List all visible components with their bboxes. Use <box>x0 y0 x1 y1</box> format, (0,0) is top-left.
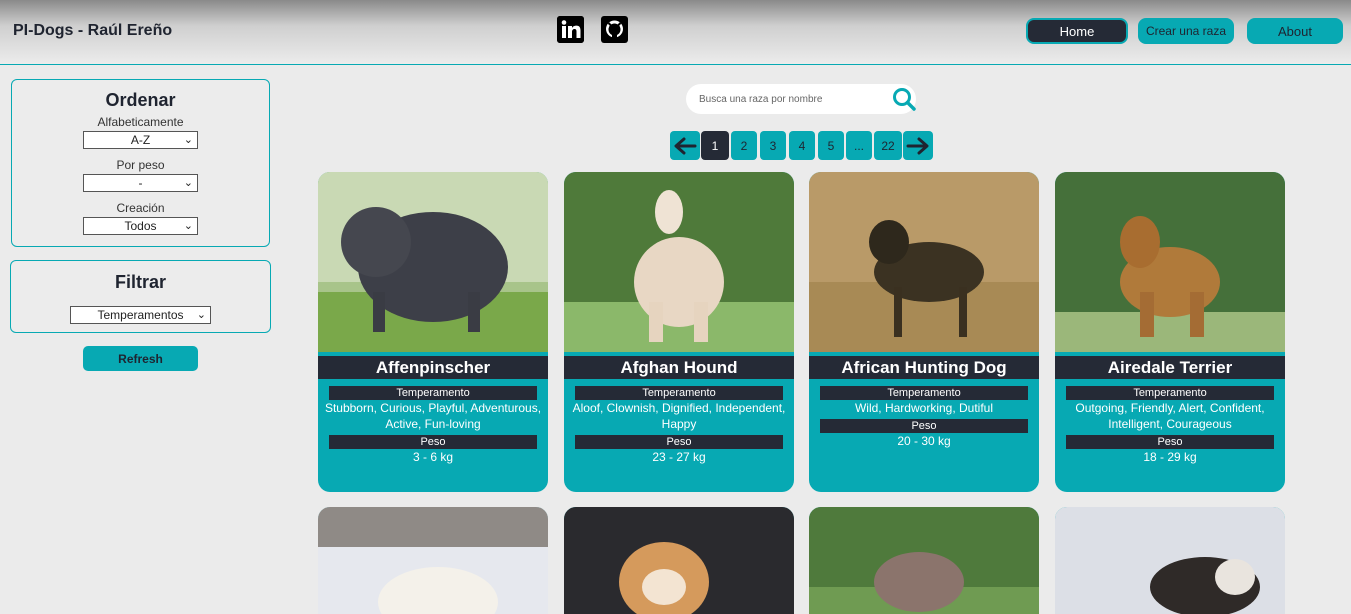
github-icon[interactable] <box>601 16 628 43</box>
page-button-1[interactable]: 1 <box>701 131 729 160</box>
temperament-label: Temperamento <box>1066 386 1274 400</box>
temperament-text: Wild, Hardworking, Dutiful <box>854 401 994 415</box>
dog-photo <box>564 507 794 614</box>
dog-photo <box>318 172 548 352</box>
navbar: PI-Dogs - Raúl Ereño Home Crear una raza… <box>0 0 1351 65</box>
dog-card[interactable]: Afghan Hound Temperamento Aloof, Clownis… <box>564 172 794 492</box>
weight-text: 18 - 29 kg <box>1143 450 1197 464</box>
creation-select[interactable]: Todos ⌄ <box>83 217 198 235</box>
weight-label: Peso <box>820 419 1028 433</box>
order-panel: Ordenar Alfabeticamente A-Z ⌄ Por peso -… <box>11 79 270 247</box>
weight-label: Por peso <box>116 158 165 172</box>
weight-select-value: - <box>138 176 143 190</box>
brand-title: PI-Dogs - Raúl Ereño <box>13 22 173 39</box>
search-input[interactable]: Busca una raza por nombre <box>699 94 822 105</box>
page-button-5[interactable]: 5 <box>818 131 844 160</box>
filter-panel: Filtrar Temperamentos ⌄ <box>10 260 271 333</box>
dog-name: African Hunting Dog <box>809 356 1039 379</box>
dog-name: Airedale Terrier <box>1055 356 1285 379</box>
temperament-text: Stubborn, Curious, Playful, Adventurous,… <box>324 401 542 431</box>
temperament-label: Temperamento <box>575 386 783 400</box>
page-button-3[interactable]: 3 <box>760 131 786 160</box>
dog-card[interactable] <box>564 507 794 614</box>
next-page-button[interactable] <box>903 131 933 160</box>
dog-card[interactable]: Airedale Terrier Temperamento Outgoing, … <box>1055 172 1285 492</box>
creation-select-value: Todos <box>124 219 157 233</box>
weight-label: Peso <box>575 435 783 449</box>
temperament-select[interactable]: Temperamentos ⌄ <box>70 306 211 324</box>
search-icon[interactable] <box>891 86 917 112</box>
about-button[interactable]: About <box>1247 18 1343 44</box>
temperament-text: Aloof, Clownish, Dignified, Independent,… <box>572 401 786 431</box>
temperament-label: Temperamento <box>329 386 537 400</box>
prev-page-button[interactable] <box>670 131 700 160</box>
alpha-select-value: A-Z <box>130 133 151 147</box>
page-ellipsis: ... <box>846 131 872 160</box>
temperament-text: Outgoing, Friendly, Alert, Confident, In… <box>1075 401 1265 431</box>
dog-photo <box>564 172 794 352</box>
dog-card[interactable] <box>809 507 1039 614</box>
weight-label: Peso <box>1066 435 1274 449</box>
dog-photo <box>1055 172 1285 352</box>
linkedin-icon[interactable] <box>557 16 584 43</box>
dog-card[interactable] <box>318 507 548 614</box>
page-button-22[interactable]: 22 <box>874 131 902 160</box>
dog-card[interactable]: Affenpinscher Temperamento Stubborn, Cur… <box>318 172 548 492</box>
dog-card[interactable] <box>1055 507 1285 614</box>
chevron-down-icon: ⌄ <box>183 134 193 146</box>
dog-photo <box>809 172 1039 352</box>
temperament-select-value: Temperamentos <box>97 308 184 322</box>
chevron-down-icon: ⌄ <box>183 177 193 189</box>
page-button-2[interactable]: 2 <box>731 131 757 160</box>
search-box: Busca una raza por nombre <box>686 84 916 114</box>
dog-photo <box>809 507 1039 614</box>
creation-label: Creación <box>116 201 165 215</box>
dog-name: Affenpinscher <box>318 356 548 379</box>
arrow-right-icon <box>906 137 929 154</box>
dog-photo <box>318 507 548 614</box>
temperament-label: Temperamento <box>820 386 1028 400</box>
weight-text: 3 - 6 kg <box>412 450 454 464</box>
home-button[interactable]: Home <box>1026 18 1128 44</box>
dog-card[interactable]: African Hunting Dog Temperamento Wild, H… <box>809 172 1039 492</box>
filter-title: Filtrar <box>114 272 166 292</box>
dog-photo <box>1055 507 1285 614</box>
refresh-button[interactable]: Refresh <box>83 346 198 371</box>
arrow-left-icon <box>674 137 697 154</box>
alpha-select[interactable]: A-Z ⌄ <box>83 131 198 149</box>
alpha-label: Alfabeticamente <box>97 115 184 129</box>
chevron-down-icon: ⌄ <box>196 309 206 321</box>
weight-text: 23 - 27 kg <box>652 450 706 464</box>
order-title: Ordenar <box>105 90 176 110</box>
chevron-down-icon: ⌄ <box>183 220 193 232</box>
weight-select[interactable]: - ⌄ <box>83 174 198 192</box>
weight-label: Peso <box>329 435 537 449</box>
create-breed-button[interactable]: Crear una raza <box>1138 18 1234 44</box>
page-button-4[interactable]: 4 <box>789 131 815 160</box>
weight-text: 20 - 30 kg <box>897 434 951 448</box>
dog-name: Afghan Hound <box>564 356 794 379</box>
